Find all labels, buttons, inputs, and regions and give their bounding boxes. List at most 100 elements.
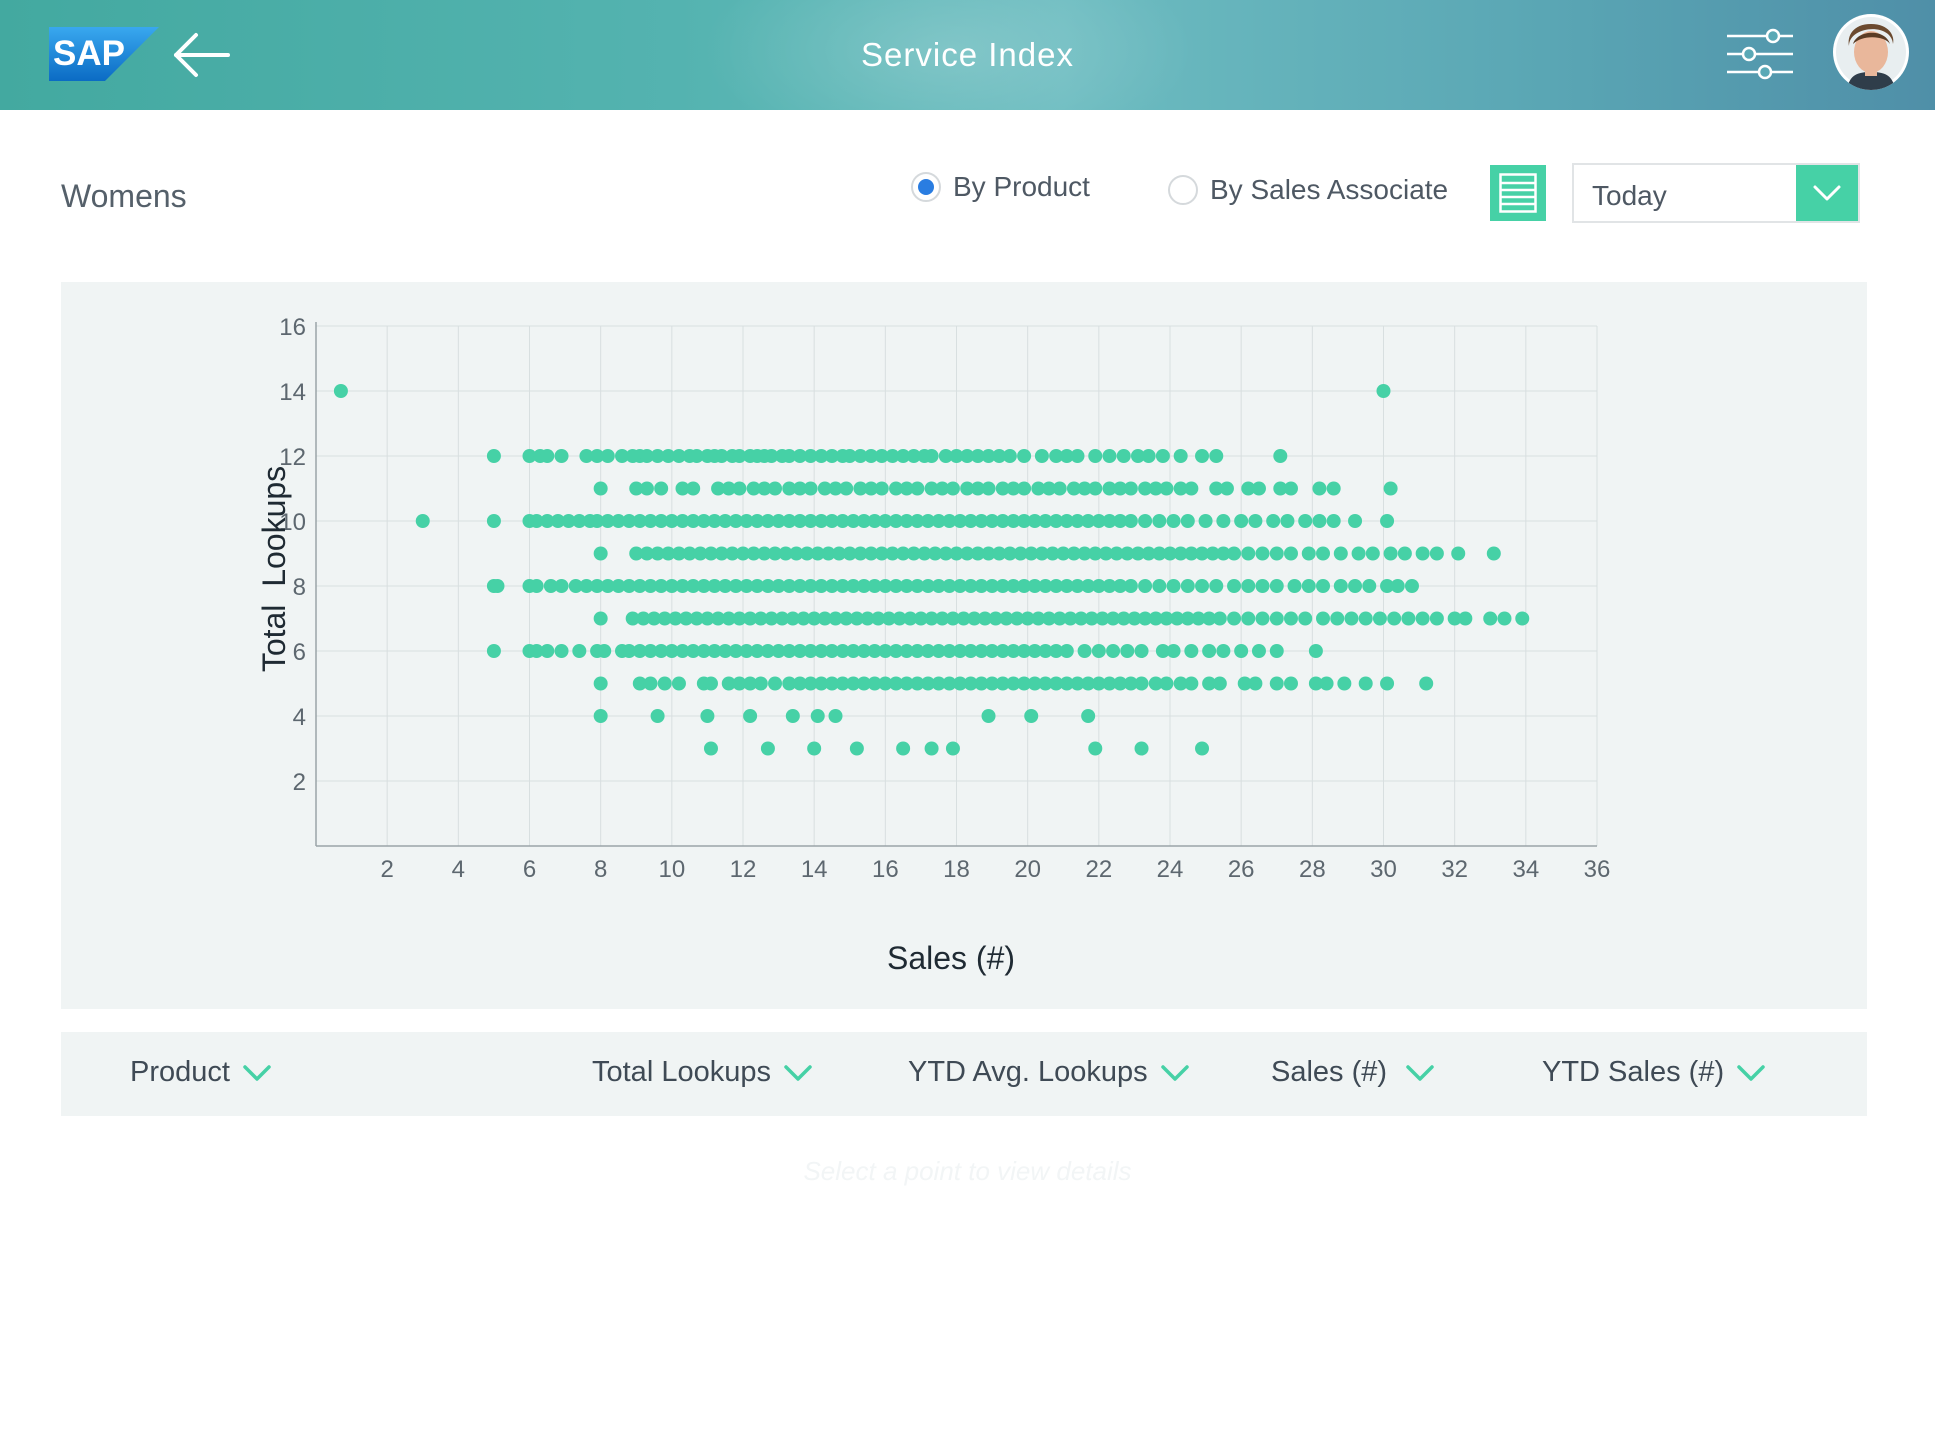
data-point[interactable] <box>981 709 996 723</box>
data-point[interactable] <box>1251 481 1266 496</box>
data-point[interactable] <box>1301 579 1316 593</box>
data-point[interactable] <box>1251 644 1266 658</box>
period-select[interactable]: Today <box>1572 163 1860 223</box>
data-point[interactable] <box>1059 644 1074 658</box>
data-point[interactable] <box>1380 676 1395 691</box>
data-point[interactable] <box>703 676 718 691</box>
data-point[interactable] <box>650 709 665 723</box>
data-point[interactable] <box>924 449 939 463</box>
data-point[interactable] <box>1383 481 1398 496</box>
data-point[interactable] <box>1515 611 1530 626</box>
data-point[interactable] <box>1195 449 1210 463</box>
data-point[interactable] <box>1216 514 1231 528</box>
data-point[interactable] <box>1081 709 1096 723</box>
data-point[interactable] <box>1429 546 1444 561</box>
data-point[interactable] <box>945 741 960 756</box>
data-point[interactable] <box>486 644 501 658</box>
data-point[interactable] <box>1248 676 1263 691</box>
data-point[interactable] <box>554 449 569 463</box>
data-point[interactable] <box>1091 644 1106 658</box>
data-point[interactable] <box>1184 481 1199 496</box>
data-point[interactable] <box>572 644 587 658</box>
data-point[interactable] <box>1024 709 1039 723</box>
data-point[interactable] <box>1390 579 1405 593</box>
data-point[interactable] <box>1348 514 1363 528</box>
data-point[interactable] <box>486 514 501 528</box>
data-point[interactable] <box>945 481 960 496</box>
data-point[interactable] <box>768 676 783 691</box>
column-ytd-avg-lookups[interactable]: YTD Avg. Lookups <box>908 1056 1190 1089</box>
data-point[interactable] <box>753 676 768 691</box>
data-point[interactable] <box>1273 449 1288 463</box>
data-point[interactable] <box>657 676 672 691</box>
data-point[interactable] <box>486 449 501 463</box>
data-point[interactable] <box>803 481 818 496</box>
data-point[interactable] <box>643 676 658 691</box>
data-point[interactable] <box>1255 546 1270 561</box>
data-point[interactable] <box>1152 579 1167 593</box>
data-point[interactable] <box>1159 676 1174 691</box>
data-point[interactable] <box>597 644 612 658</box>
list-view-button[interactable] <box>1490 165 1546 221</box>
radio-by-sales-associate[interactable]: By Sales Associate <box>1168 174 1448 206</box>
data-point[interactable] <box>529 579 544 593</box>
data-point[interactable] <box>1451 546 1466 561</box>
data-point[interactable] <box>1387 611 1402 626</box>
data-point[interactable] <box>1141 449 1156 463</box>
data-point[interactable] <box>1034 449 1049 463</box>
data-point[interactable] <box>1134 644 1149 658</box>
data-point[interactable] <box>1326 514 1341 528</box>
data-point[interactable] <box>896 741 911 756</box>
data-point[interactable] <box>333 384 348 398</box>
data-point[interactable] <box>1120 644 1135 658</box>
data-point[interactable] <box>1283 611 1298 626</box>
data-point[interactable] <box>1415 546 1430 561</box>
radio-button-unselected[interactable] <box>1168 175 1198 205</box>
user-avatar[interactable] <box>1833 14 1909 90</box>
data-point[interactable] <box>1312 481 1327 496</box>
data-point[interactable] <box>700 709 715 723</box>
column-product[interactable]: Product <box>130 1056 272 1089</box>
data-point[interactable] <box>540 449 555 463</box>
data-point[interactable] <box>1166 644 1181 658</box>
data-point[interactable] <box>1198 514 1213 528</box>
data-point[interactable] <box>768 481 783 496</box>
data-point[interactable] <box>839 481 854 496</box>
data-point[interactable] <box>1319 676 1334 691</box>
data-point[interactable] <box>1365 546 1380 561</box>
radio-by-product[interactable]: By Product <box>911 171 1090 203</box>
data-point[interactable] <box>540 644 555 658</box>
data-point[interactable] <box>639 481 654 496</box>
data-point[interactable] <box>1052 481 1067 496</box>
data-point[interactable] <box>415 514 430 528</box>
column-total-lookups[interactable]: Total Lookups <box>592 1056 813 1089</box>
data-point[interactable] <box>1383 546 1398 561</box>
data-point[interactable] <box>1166 514 1181 528</box>
data-point[interactable] <box>593 546 608 561</box>
data-point[interactable] <box>924 741 939 756</box>
data-point[interactable] <box>1415 611 1430 626</box>
data-point[interactable] <box>1088 449 1103 463</box>
data-point[interactable] <box>1017 449 1032 463</box>
data-point[interactable] <box>1269 676 1284 691</box>
data-point[interactable] <box>1212 676 1227 691</box>
data-point[interactable] <box>1351 546 1366 561</box>
data-point[interactable] <box>1070 449 1085 463</box>
data-point[interactable] <box>1241 579 1256 593</box>
sliders-icon[interactable] <box>1725 26 1795 82</box>
data-point[interactable] <box>1234 644 1249 658</box>
data-point[interactable] <box>1401 611 1416 626</box>
data-point[interactable] <box>490 579 505 593</box>
data-point[interactable] <box>1227 579 1242 593</box>
data-point[interactable] <box>1344 611 1359 626</box>
data-point[interactable] <box>1283 481 1298 496</box>
data-point[interactable] <box>1219 481 1234 496</box>
data-point[interactable] <box>686 481 701 496</box>
data-point[interactable] <box>1227 546 1242 561</box>
data-point[interactable] <box>1241 611 1256 626</box>
data-point[interactable] <box>1312 514 1327 528</box>
data-point[interactable] <box>1397 546 1412 561</box>
data-point[interactable] <box>1372 611 1387 626</box>
data-point[interactable] <box>1269 546 1284 561</box>
data-point[interactable] <box>1155 449 1170 463</box>
